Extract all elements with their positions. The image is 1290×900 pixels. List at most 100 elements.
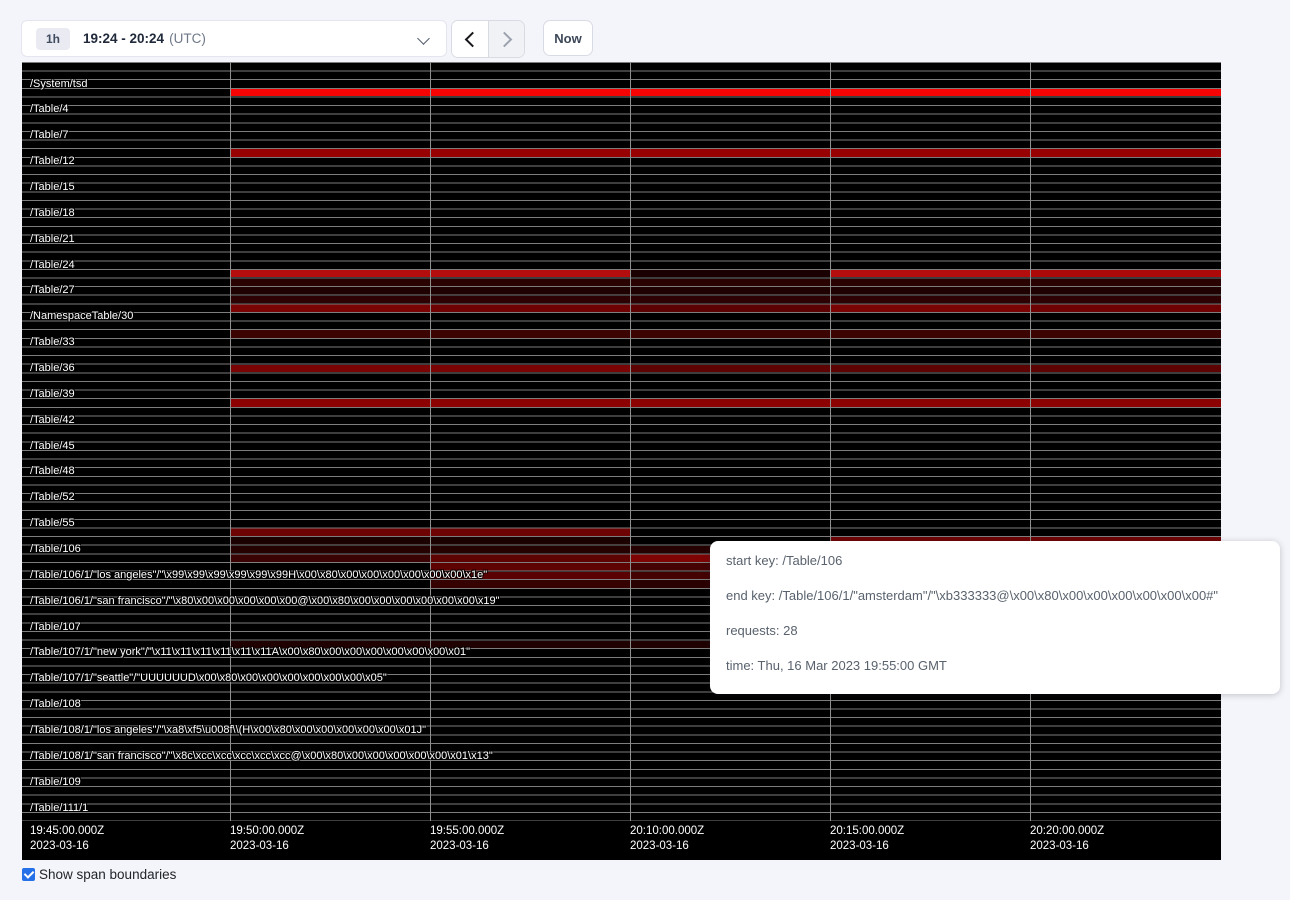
- heat-band-segment[interactable]: [630, 296, 830, 304]
- x-axis-tick-date: 2023-03-16: [230, 839, 304, 854]
- heat-band-segment[interactable]: [230, 330, 430, 338]
- row-label: /Table/4: [30, 102, 69, 116]
- heat-band-segment[interactable]: [430, 296, 630, 304]
- time-range-label: 19:24 - 20:24: [83, 31, 164, 46]
- heat-band-segment[interactable]: [430, 270, 630, 278]
- x-axis-tick: 19:55:00.000Z2023-03-16: [430, 824, 504, 854]
- chevron-left-icon: [464, 31, 480, 47]
- heat-band-segment[interactable]: [430, 546, 630, 554]
- heat-band-segment[interactable]: [230, 399, 430, 407]
- row-label: /Table/106: [30, 542, 81, 556]
- row-label: /Table/24: [30, 258, 75, 272]
- heat-band-segment[interactable]: [230, 546, 430, 554]
- heat-band-segment[interactable]: [630, 365, 830, 373]
- x-axis-tick-date: 2023-03-16: [830, 839, 904, 854]
- tooltip-start-key: start key: /Table/106: [726, 543, 1264, 578]
- heat-band-segment[interactable]: [830, 296, 1030, 304]
- next-interval-button[interactable]: [488, 21, 524, 57]
- heat-band-segment[interactable]: [430, 537, 630, 545]
- heat-band-segment[interactable]: [830, 330, 1030, 338]
- heat-band-segment[interactable]: [630, 279, 830, 287]
- heat-band-segment[interactable]: [830, 304, 1030, 312]
- x-axis-tick-time: 20:15:00.000Z: [830, 824, 904, 839]
- prev-interval-button[interactable]: [452, 21, 488, 57]
- cell-tooltip: start key: /Table/106 end key: /Table/10…: [710, 541, 1280, 694]
- heat-band-segment[interactable]: [230, 304, 430, 312]
- time-range-dropdown[interactable]: 1h 19:24 - 20:24 (UTC): [21, 20, 447, 57]
- row-label: /Table/108: [30, 697, 81, 711]
- heat-band-segment[interactable]: [630, 304, 830, 312]
- heat-band-segment[interactable]: [830, 279, 1030, 287]
- row-label: /Table/107/1/"seattle"/"UUUUUUD\x00\x80\…: [30, 671, 387, 685]
- x-axis-tick-time: 19:50:00.000Z: [230, 824, 304, 839]
- heat-band-segment[interactable]: [1030, 287, 1221, 295]
- key-visualizer-heatmap[interactable]: /System/tsd/Table/4/Table/7/Table/12/Tab…: [22, 62, 1221, 860]
- heat-band-segment[interactable]: [1030, 399, 1221, 407]
- heat-band-segment[interactable]: [230, 296, 430, 304]
- timezone-label: (UTC): [169, 31, 206, 46]
- row-label: /Table/15: [30, 180, 75, 194]
- heat-band-segment[interactable]: [830, 287, 1030, 295]
- heat-band-segment[interactable]: [430, 528, 630, 536]
- row-label: /Table/108/1/"los angeles"/"\xa8\xf5\u00…: [30, 723, 426, 737]
- heat-band-segment[interactable]: [230, 554, 430, 562]
- x-axis-tick-time: 20:10:00.000Z: [630, 824, 704, 839]
- row-label: /Table/48: [30, 464, 75, 478]
- heat-band-segment[interactable]: [430, 365, 630, 373]
- heat-band-segment[interactable]: [1030, 149, 1221, 157]
- heat-band-segment[interactable]: [830, 89, 1030, 97]
- x-axis-tick-time: 20:20:00.000Z: [1030, 824, 1104, 839]
- heat-band-segment[interactable]: [430, 279, 630, 287]
- heat-band-segment[interactable]: [630, 399, 830, 407]
- tooltip-end-key: end key: /Table/106/1/"amsterdam"/"\xb33…: [726, 578, 1264, 613]
- heat-band-segment[interactable]: [630, 287, 830, 295]
- heat-band-segment[interactable]: [230, 365, 430, 373]
- heat-band-segment[interactable]: [230, 279, 430, 287]
- heat-band-segment[interactable]: [230, 537, 430, 545]
- heat-band-segment[interactable]: [1030, 330, 1221, 338]
- chevron-down-icon: [417, 32, 430, 45]
- heat-band-segment[interactable]: [630, 330, 830, 338]
- heat-band-segment[interactable]: [230, 528, 430, 536]
- row-label: /Table/106/1/"los angeles"/"\x99\x99\x99…: [30, 568, 487, 582]
- heat-band-segment[interactable]: [430, 89, 630, 97]
- heat-band-segment[interactable]: [1030, 279, 1221, 287]
- row-label: /Table/107/1/"new york"/"\x11\x11\x11\x1…: [30, 645, 470, 659]
- heat-band-segment[interactable]: [830, 270, 1030, 278]
- heat-band-segment[interactable]: [1030, 304, 1221, 312]
- heat-band-segment[interactable]: [830, 365, 1030, 373]
- duration-badge: 1h: [36, 28, 70, 50]
- span-boundary-lines: [22, 62, 1221, 821]
- heat-band-segment[interactable]: [1030, 365, 1221, 373]
- row-label: /Table/45: [30, 439, 75, 453]
- now-button[interactable]: Now: [543, 20, 593, 56]
- heat-band-segment[interactable]: [1030, 270, 1221, 278]
- heat-band-segment[interactable]: [1030, 296, 1221, 304]
- heat-band-segment[interactable]: [430, 287, 630, 295]
- heat-band-segment[interactable]: [630, 89, 830, 97]
- heat-band-segment[interactable]: [430, 330, 630, 338]
- heat-band-segment[interactable]: [1030, 89, 1221, 97]
- heat-band-segment[interactable]: [230, 89, 430, 97]
- time-grid-line: [1030, 62, 1031, 821]
- row-label: /Table/36: [30, 361, 75, 375]
- heat-band-segment[interactable]: [630, 149, 830, 157]
- heat-band-segment[interactable]: [430, 304, 630, 312]
- heat-band-segment[interactable]: [630, 270, 830, 278]
- heat-band-segment[interactable]: [430, 149, 630, 157]
- x-axis-tick-date: 2023-03-16: [630, 839, 704, 854]
- time-grid-line: [630, 62, 631, 821]
- heat-band-segment[interactable]: [430, 399, 630, 407]
- heat-band-segment[interactable]: [430, 554, 630, 562]
- heat-band-segment[interactable]: [830, 149, 1030, 157]
- show-span-boundaries-checkbox[interactable]: [22, 868, 35, 881]
- x-axis-tick-date: 2023-03-16: [30, 839, 104, 854]
- heat-band-segment[interactable]: [830, 399, 1030, 407]
- heat-band-segment[interactable]: [230, 287, 430, 295]
- x-axis-tick: 19:50:00.000Z2023-03-16: [230, 824, 304, 854]
- heat-band-segment[interactable]: [230, 270, 430, 278]
- row-label: /Table/111/1: [30, 801, 88, 815]
- row-label: /Table/108/1/"san francisco"/"\x8c\xcc\x…: [30, 749, 493, 763]
- row-label: /Table/107: [30, 620, 81, 634]
- heat-band-segment[interactable]: [230, 149, 430, 157]
